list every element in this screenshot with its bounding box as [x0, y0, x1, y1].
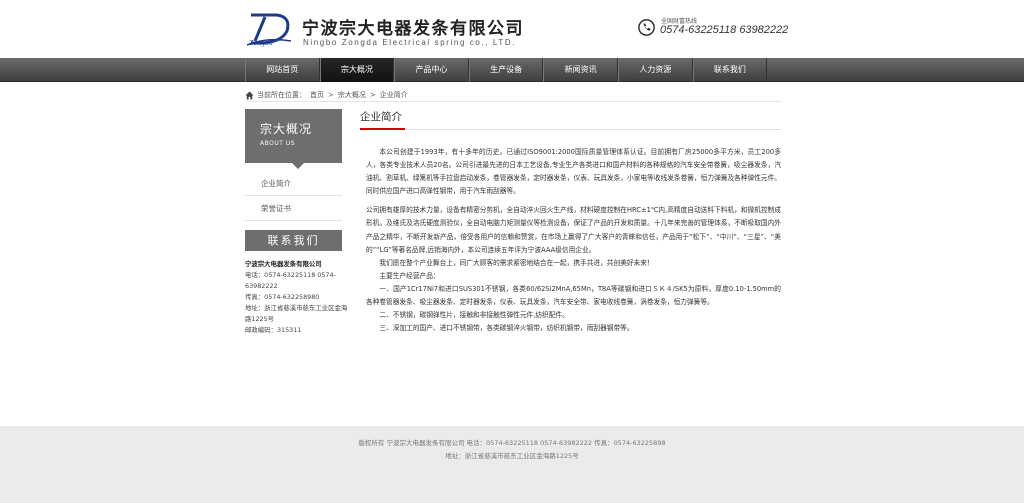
home-icon — [245, 90, 254, 100]
paragraph-tech: 公司拥有雄厚的技术力量，设备有精密分剪机，全自动淬火回火生产线，材料硬度控制在H… — [366, 206, 781, 254]
paragraph-product-2: 二、不锈钢，碳钢弹性片，接触和非接触性弹性元件,纺织配件。 — [379, 311, 569, 320]
site-header: Zongda 宁波宗大电器发条有限公司 Ningbo Zongda Electr… — [0, 0, 1024, 58]
paragraph-product-1: 一、国产1Cr17Ni7和进口SUS301不锈钢，各类60/62Si2MnA,6… — [366, 284, 781, 307]
contact-fax: 传真：0574-632258980 — [245, 293, 320, 301]
nav-item-home[interactable]: 网站首页 — [245, 58, 320, 82]
page-title: 企业简介 — [360, 111, 402, 123]
sidebar-title-en: ABOUT US — [260, 140, 296, 147]
main-nav: 网站首页 宗大概况 产品中心 生产设备 新闻资讯 人力资源 联系我们 — [0, 58, 1024, 82]
breadcrumb-about[interactable]: 宗大概况 — [338, 90, 366, 100]
nav-list: 网站首页 宗大概况 产品中心 生产设备 新闻资讯 人力资源 联系我们 — [245, 58, 768, 82]
title-divider — [360, 129, 781, 130]
paragraph-intro: 本公司创建于1993年，有十多年的历史。已通过ISO9001:2000国际质量管… — [366, 148, 781, 196]
sidebar-title-notch — [292, 163, 304, 169]
nav-item-news[interactable]: 新闻资讯 — [543, 58, 618, 82]
sidebar-title-cn: 宗大概况 — [260, 122, 313, 136]
contact-title: 联系我们 — [245, 230, 342, 251]
company-name-en: Ningbo Zongda Electrical spring co., LTD… — [303, 38, 517, 47]
breadcrumb-home[interactable]: 首页 — [310, 90, 324, 100]
nav-item-about[interactable]: 宗大概况 — [319, 58, 395, 82]
phone-icon — [638, 19, 655, 36]
contact-info: 宁波宗大电器发条有限公司 电话：0574-63225118 0574-63982… — [245, 259, 353, 336]
paragraph-product-3: 三、深加工的国产、进口不锈钢带，各类碳钢淬火钢带，纺织机钢带，雨刮器钢带等。 — [379, 324, 634, 333]
contact-postcode: 邮政编码：315311 — [245, 326, 302, 334]
sidebar-title-block: 宗大概况 ABOUT US — [245, 109, 342, 163]
hotline-numbers: 0574-63225118 63982222 — [660, 24, 789, 36]
title-accent-underline — [360, 128, 405, 130]
footer-copyright: 版权所有 宁波宗大电器发条有限公司 电话：0574-63225118 0574-… — [358, 439, 666, 447]
breadcrumb-separator: > — [369, 91, 376, 99]
paragraph-vision: 我们愿在整个产业舞台上，同广大顾客的需求紧密地结合在一起，携手共进，共创美好未来… — [379, 258, 654, 267]
paragraph-products-heading: 主要生产经营产品： — [379, 271, 440, 280]
contact-company: 宁波宗大电器发条有限公司 — [245, 260, 322, 268]
sidebar-item-honors[interactable]: 荣誉证书 — [245, 196, 342, 221]
sidebar-menu: 企业简介 荣誉证书 — [245, 171, 342, 221]
article-body: 本公司创建于1993年，有十多年的历史。已通过ISO9001:2000国际质量管… — [366, 146, 781, 335]
nav-item-hr[interactable]: 人力资源 — [617, 58, 693, 82]
nav-item-contact[interactable]: 联系我们 — [692, 58, 768, 82]
contact-address: 地址：浙江省慈溪市慈东工业区金海路1225号 — [245, 304, 348, 323]
nav-item-equipment[interactable]: 生产设备 — [468, 58, 544, 82]
sidebar-item-company-intro[interactable]: 企业简介 — [245, 171, 342, 196]
contact-tel: 电话：0574-63225118 0574-63982222 — [245, 271, 336, 290]
breadcrumb: 当前所在位置： 首页 > 宗大概况 > 企业简介 — [245, 88, 412, 102]
breadcrumb-prefix: 当前所在位置： — [257, 91, 306, 99]
breadcrumb-separator: > — [328, 91, 334, 99]
nav-item-products[interactable]: 产品中心 — [394, 58, 469, 82]
site-footer: 版权所有 宁波宗大电器发条有限公司 电话：0574-63225118 0574-… — [0, 426, 1024, 503]
breadcrumb-current[interactable]: 企业简介 — [380, 90, 408, 100]
breadcrumb-divider — [245, 101, 781, 102]
company-name-cn: 宁波宗大电器发条有限公司 — [302, 19, 524, 39]
footer-address: 地址：浙江省慈溪市慈东工业区金海路1225号 — [445, 452, 579, 460]
logo-script-text: Zongda — [249, 40, 274, 47]
